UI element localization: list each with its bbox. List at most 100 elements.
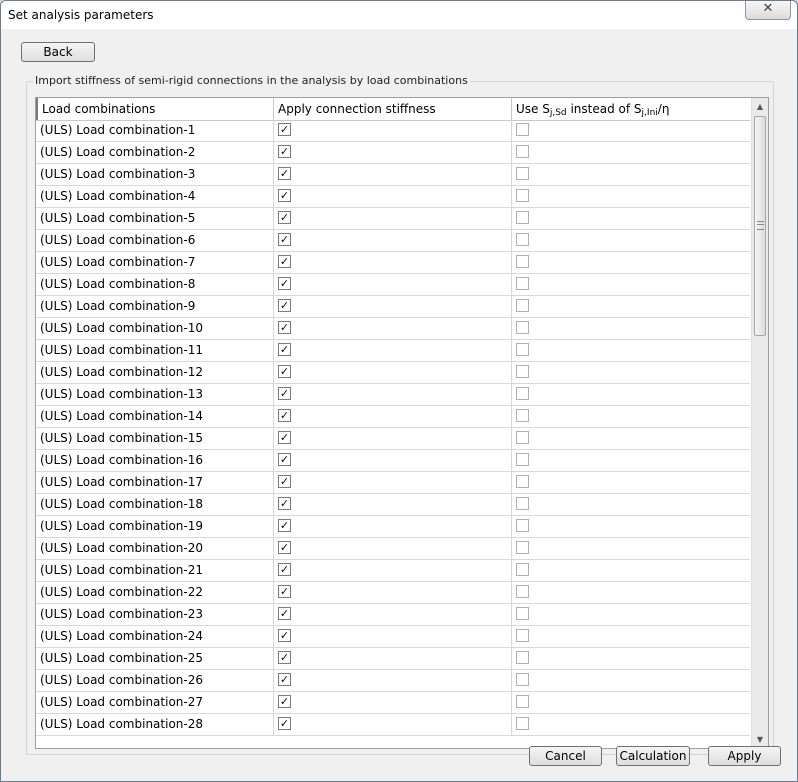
apply-stiffness-checkbox[interactable]: ✓ (278, 321, 291, 334)
apply-stiffness-checkbox[interactable]: ✓ (278, 343, 291, 356)
use-sjsd-checkbox[interactable] (516, 255, 529, 268)
apply-stiffness-checkbox[interactable]: ✓ (278, 497, 291, 510)
table-row[interactable]: (ULS) Load combination-9 ✓ (36, 296, 750, 318)
use-sjsd-checkbox[interactable] (516, 233, 529, 246)
use-sjsd-checkbox[interactable] (516, 541, 529, 554)
calculation-button[interactable]: Calculation (616, 746, 690, 766)
apply-stiffness-checkbox[interactable]: ✓ (278, 211, 291, 224)
use-sjsd-checkbox[interactable] (516, 695, 529, 708)
column-header-load-combinations[interactable]: Load combinations (36, 98, 274, 120)
table-row[interactable]: (ULS) Load combination-19 ✓ (36, 516, 750, 538)
vertical-scrollbar[interactable]: ▲ ▼ (751, 98, 768, 748)
use-sjsd-checkbox[interactable] (516, 453, 529, 466)
table-row[interactable]: (ULS) Load combination-17 ✓ (36, 472, 750, 494)
apply-stiffness-checkbox[interactable]: ✓ (278, 717, 291, 730)
load-combination-name: (ULS) Load combination-26 (36, 670, 274, 691)
table-row[interactable]: (ULS) Load combination-24 ✓ (36, 626, 750, 648)
apply-stiffness-checkbox[interactable]: ✓ (278, 145, 291, 158)
back-button[interactable]: Back (21, 42, 95, 62)
use-sjsd-checkbox[interactable] (516, 343, 529, 356)
table-row[interactable]: (ULS) Load combination-28 ✓ (36, 714, 750, 736)
table-row[interactable]: (ULS) Load combination-11 ✓ (36, 340, 750, 362)
table-row[interactable]: (ULS) Load combination-13 ✓ (36, 384, 750, 406)
use-sjsd-checkbox[interactable] (516, 167, 529, 180)
use-sjsd-checkbox[interactable] (516, 387, 529, 400)
use-sjsd-checkbox[interactable] (516, 321, 529, 334)
use-sjsd-checkbox[interactable] (516, 475, 529, 488)
apply-stiffness-checkbox[interactable]: ✓ (278, 651, 291, 664)
table-row[interactable]: (ULS) Load combination-21 ✓ (36, 560, 750, 582)
use-sjsd-checkbox[interactable] (516, 189, 529, 202)
table-row[interactable]: (ULS) Load combination-8 ✓ (36, 274, 750, 296)
scrollbar-thumb[interactable] (754, 116, 766, 336)
table-row[interactable]: (ULS) Load combination-16 ✓ (36, 450, 750, 472)
use-sjsd-checkbox[interactable] (516, 299, 529, 312)
use-sjsd-checkbox[interactable] (516, 629, 529, 642)
apply-stiffness-checkbox[interactable]: ✓ (278, 387, 291, 400)
apply-stiffness-checkbox[interactable]: ✓ (278, 519, 291, 532)
apply-stiffness-cell: ✓ (274, 428, 512, 449)
table-row[interactable]: (ULS) Load combination-20 ✓ (36, 538, 750, 560)
table-row[interactable]: (ULS) Load combination-23 ✓ (36, 604, 750, 626)
use-sjsd-checkbox[interactable] (516, 497, 529, 510)
apply-button[interactable]: Apply (708, 746, 781, 766)
apply-stiffness-checkbox[interactable]: ✓ (278, 189, 291, 202)
column-header-use-sjsd[interactable]: Use Sj,Sd instead of Sj,Ini/η (512, 98, 750, 120)
use-sjsd-checkbox[interactable] (516, 365, 529, 378)
use-sjsd-checkbox[interactable] (516, 651, 529, 664)
apply-stiffness-checkbox[interactable]: ✓ (278, 563, 291, 576)
table-row[interactable]: (ULS) Load combination-1 ✓ (36, 120, 750, 142)
use-sjsd-checkbox[interactable] (516, 717, 529, 730)
use-sjsd-checkbox[interactable] (516, 563, 529, 576)
table-row[interactable]: (ULS) Load combination-22 ✓ (36, 582, 750, 604)
table-row[interactable]: (ULS) Load combination-27 ✓ (36, 692, 750, 714)
apply-stiffness-checkbox[interactable]: ✓ (278, 475, 291, 488)
apply-stiffness-checkbox[interactable]: ✓ (278, 431, 291, 444)
apply-stiffness-checkbox[interactable]: ✓ (278, 233, 291, 246)
table-row[interactable]: (ULS) Load combination-6 ✓ (36, 230, 750, 252)
scroll-up-arrow-icon[interactable]: ▲ (752, 98, 768, 115)
table-row[interactable]: (ULS) Load combination-10 ✓ (36, 318, 750, 340)
use-sjsd-checkbox[interactable] (516, 585, 529, 598)
apply-stiffness-checkbox[interactable]: ✓ (278, 123, 291, 136)
table-row[interactable]: (ULS) Load combination-26 ✓ (36, 670, 750, 692)
apply-stiffness-checkbox[interactable]: ✓ (278, 453, 291, 466)
table-row[interactable]: (ULS) Load combination-25 ✓ (36, 648, 750, 670)
apply-stiffness-checkbox[interactable]: ✓ (278, 277, 291, 290)
apply-stiffness-checkbox[interactable]: ✓ (278, 255, 291, 268)
use-sjsd-cell (512, 692, 750, 713)
table-row[interactable]: (ULS) Load combination-14 ✓ (36, 406, 750, 428)
close-button[interactable]: ✕ (745, 1, 791, 20)
table-row[interactable]: (ULS) Load combination-5 ✓ (36, 208, 750, 230)
apply-stiffness-checkbox[interactable]: ✓ (278, 167, 291, 180)
apply-stiffness-checkbox[interactable]: ✓ (278, 673, 291, 686)
column-header-apply-stiffness[interactable]: Apply connection stiffness (274, 98, 512, 120)
cancel-button[interactable]: Cancel (529, 746, 602, 766)
load-combination-name: (ULS) Load combination-7 (36, 252, 274, 273)
use-sjsd-checkbox[interactable] (516, 277, 529, 290)
table-row[interactable]: (ULS) Load combination-7 ✓ (36, 252, 750, 274)
apply-stiffness-checkbox[interactable]: ✓ (278, 695, 291, 708)
table-row[interactable]: (ULS) Load combination-15 ✓ (36, 428, 750, 450)
table-row[interactable]: (ULS) Load combination-4 ✓ (36, 186, 750, 208)
use-sjsd-checkbox[interactable] (516, 211, 529, 224)
apply-stiffness-checkbox[interactable]: ✓ (278, 607, 291, 620)
table-row[interactable]: (ULS) Load combination-3 ✓ (36, 164, 750, 186)
use-sjsd-checkbox[interactable] (516, 607, 529, 620)
table-row[interactable]: (ULS) Load combination-18 ✓ (36, 494, 750, 516)
table-row[interactable]: (ULS) Load combination-12 ✓ (36, 362, 750, 384)
use-sjsd-checkbox[interactable] (516, 519, 529, 532)
use-sjsd-checkbox[interactable] (516, 145, 529, 158)
use-sjsd-checkbox[interactable] (516, 409, 529, 422)
use-sjsd-checkbox[interactable] (516, 431, 529, 444)
use-sjsd-checkbox[interactable] (516, 673, 529, 686)
table-row[interactable]: (ULS) Load combination-2 ✓ (36, 142, 750, 164)
apply-stiffness-checkbox[interactable]: ✓ (278, 585, 291, 598)
apply-stiffness-checkbox[interactable]: ✓ (278, 541, 291, 554)
apply-stiffness-cell: ✓ (274, 230, 512, 251)
apply-stiffness-checkbox[interactable]: ✓ (278, 365, 291, 378)
apply-stiffness-checkbox[interactable]: ✓ (278, 409, 291, 422)
use-sjsd-checkbox[interactable] (516, 123, 529, 136)
apply-stiffness-checkbox[interactable]: ✓ (278, 629, 291, 642)
apply-stiffness-checkbox[interactable]: ✓ (278, 299, 291, 312)
